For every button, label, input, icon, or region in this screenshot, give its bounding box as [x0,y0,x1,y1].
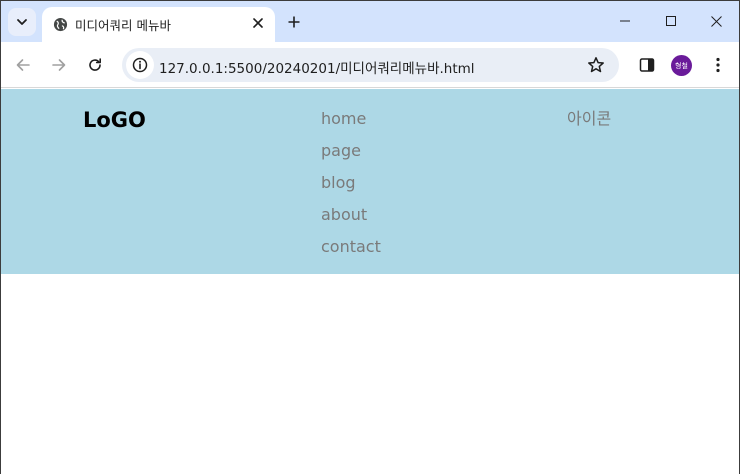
menu-link-page[interactable]: page [321,141,361,160]
arrow-left-icon [16,59,30,71]
tab-strip: 미디어쿼리 메뉴바 [1,1,739,42]
chevron-down-icon [17,19,27,25]
maximize-button[interactable] [648,1,694,41]
nav-menu: home page blog about contact [321,109,381,269]
more-vertical-icon [716,57,720,73]
plus-icon [288,16,300,28]
menu-link-blog[interactable]: blog [321,173,356,192]
menu-link-about[interactable]: about [321,205,367,224]
active-tab[interactable]: 미디어쿼리 메뉴바 [42,7,275,42]
icon-area[interactable]: 아이콘 [567,105,611,129]
reload-icon [89,58,101,71]
address-bar[interactable]: 127.0.0.1:5500/20240201/미디어쿼리메뉴바.html [122,48,619,82]
menu-item-blog: blog [321,173,381,205]
menu-item-contact: contact [321,237,381,269]
back-button[interactable] [9,51,37,79]
menu-item-page: page [321,141,381,173]
minimize-icon [620,20,630,22]
tab-search-button[interactable] [8,8,36,36]
close-icon [710,15,722,27]
page-viewport: LoGO home page blog about contact 아이콘 [1,89,739,474]
close-window-button[interactable] [693,1,739,41]
browser-toolbar: 127.0.0.1:5500/20240201/미디어쿼리메뉴바.html 형철 [1,42,739,88]
reload-button[interactable] [81,51,109,79]
maximize-icon [666,16,676,26]
bookmark-star-icon[interactable] [584,53,608,77]
side-panel-button[interactable] [633,51,661,79]
close-tab-icon[interactable] [248,13,268,33]
tab-title: 미디어쿼리 메뉴바 [75,18,171,33]
side-panel-icon [639,58,655,72]
site-info-icon[interactable] [126,51,154,79]
logo[interactable]: LoGO [83,108,146,132]
menu-item-about: about [321,205,381,237]
menu-link-home[interactable]: home [321,109,366,128]
menu-item-home: home [321,109,381,141]
minimize-button[interactable] [602,1,648,41]
menu-link-contact[interactable]: contact [321,237,381,256]
url-text[interactable]: 127.0.0.1:5500/20240201/미디어쿼리메뉴바.html [159,57,475,77]
menu-bar: LoGO home page blog about contact 아이콘 [1,89,739,274]
browser-menu-button[interactable] [704,51,732,79]
new-tab-button[interactable] [281,9,307,35]
forward-button[interactable] [45,51,73,79]
arrow-right-icon [52,59,66,71]
profile-avatar[interactable]: 형철 [671,55,692,76]
globe-icon [52,16,68,32]
